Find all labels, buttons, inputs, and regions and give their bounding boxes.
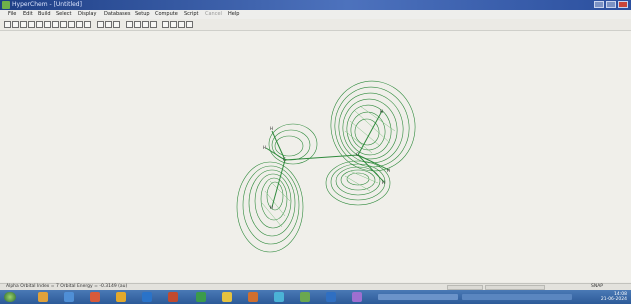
atom-label[interactable]: H <box>270 126 273 131</box>
model-icon[interactable] <box>162 21 169 28</box>
taskbar: 14:08 21-06-2024 <box>0 290 631 304</box>
select-tool-icon[interactable] <box>12 21 19 28</box>
atom-label[interactable]: H <box>263 145 266 150</box>
app-icon[interactable] <box>196 292 206 302</box>
start-button[interactable] <box>4 292 16 302</box>
app-icon[interactable] <box>326 292 336 302</box>
help-icon[interactable] <box>178 21 185 28</box>
app-icon[interactable] <box>168 292 178 302</box>
contour-line <box>350 111 386 151</box>
menu-setup[interactable]: Setup <box>135 11 150 17</box>
window-title: HyperChem - [Untitled] <box>12 1 82 8</box>
atom-label[interactable]: H <box>270 205 273 210</box>
close-button[interactable] <box>618 1 628 8</box>
wand-icon[interactable] <box>84 21 91 28</box>
app-icon[interactable] <box>274 292 284 302</box>
atom-label[interactable]: H <box>382 180 385 185</box>
toolbar <box>0 19 631 31</box>
app-icon[interactable] <box>222 292 232 302</box>
ch-bond <box>357 154 390 171</box>
clip-tool-icon[interactable] <box>60 21 67 28</box>
app-icon[interactable] <box>90 292 100 302</box>
contour-line <box>354 118 380 146</box>
rotate-z-tool-icon[interactable] <box>28 21 35 28</box>
contour-line <box>344 170 379 192</box>
title-bar: HyperChem - [Untitled] <box>0 0 631 10</box>
maximize-button[interactable] <box>606 1 616 8</box>
copy-icon[interactable] <box>134 21 141 28</box>
rotate-xy-tool-icon[interactable] <box>20 21 27 28</box>
menu-display[interactable]: Display <box>78 11 96 17</box>
atom-label[interactable]: C <box>283 157 286 162</box>
draw-tool-icon[interactable] <box>4 21 11 28</box>
clock-date: 21-06-2024 <box>600 297 627 302</box>
atom-labels: H C H H C H H H <box>263 109 390 210</box>
atom-label[interactable]: C <box>356 152 359 157</box>
menu-select[interactable]: Select <box>56 11 71 17</box>
menu-cancel[interactable]: Cancel <box>205 11 222 17</box>
menu-help[interactable]: Help <box>228 11 239 17</box>
ruler-icon[interactable] <box>76 21 83 28</box>
menu-script[interactable]: Script <box>184 11 199 17</box>
system-tray-icons[interactable] <box>378 294 458 300</box>
open-folder-icon[interactable] <box>97 21 104 28</box>
menu-bar: File Edit Build Select Display Databases… <box>0 10 631 19</box>
contour-line <box>248 169 296 237</box>
cut-icon[interactable] <box>126 21 133 28</box>
window-controls <box>594 1 628 8</box>
print-icon[interactable] <box>113 21 120 28</box>
atom-label[interactable]: H <box>380 109 383 114</box>
zoom-tool-icon[interactable] <box>52 21 59 28</box>
status-mode: SNAP <box>591 284 604 289</box>
app-icon[interactable] <box>64 292 74 302</box>
orbital-contours <box>236 80 416 253</box>
atom-label[interactable]: H <box>387 168 390 173</box>
taskbar-clock[interactable]: 14:08 21-06-2024 <box>601 292 627 302</box>
minimize-button[interactable] <box>594 1 604 8</box>
menu-edit[interactable]: Edit <box>23 11 33 17</box>
explorer-icon[interactable] <box>38 292 48 302</box>
contour-line <box>330 163 386 201</box>
app-icon[interactable] <box>142 292 152 302</box>
wrench-icon[interactable] <box>170 21 177 28</box>
app-icon[interactable] <box>352 292 362 302</box>
app-icon[interactable] <box>116 292 126 302</box>
cc-bond <box>284 154 359 161</box>
query-icon[interactable] <box>186 21 193 28</box>
system-tray-icons[interactable] <box>462 294 572 300</box>
orbital-contour-plot: H C H H C H H H <box>236 80 416 253</box>
status-text: Alpha Orbital Index = 7 Orbital Energy =… <box>6 284 128 289</box>
pencil-icon[interactable] <box>68 21 75 28</box>
hyperchem-taskbar-icon[interactable] <box>300 292 310 302</box>
app-icon[interactable] <box>248 292 258 302</box>
ch-bond <box>357 110 383 156</box>
save-icon[interactable] <box>105 21 112 28</box>
menu-build[interactable]: Build <box>38 11 51 17</box>
graph-icon[interactable] <box>150 21 157 28</box>
translate-z-tool-icon[interactable] <box>44 21 51 28</box>
menu-file[interactable]: File <box>8 11 16 17</box>
molecule-workspace[interactable]: H C H H C H H H <box>0 31 631 282</box>
menu-compute[interactable]: Compute <box>155 11 178 17</box>
menu-databases[interactable]: Databases <box>104 11 130 17</box>
translate-xy-tool-icon[interactable] <box>36 21 43 28</box>
paste-icon[interactable] <box>142 21 149 28</box>
app-icon <box>2 1 10 9</box>
